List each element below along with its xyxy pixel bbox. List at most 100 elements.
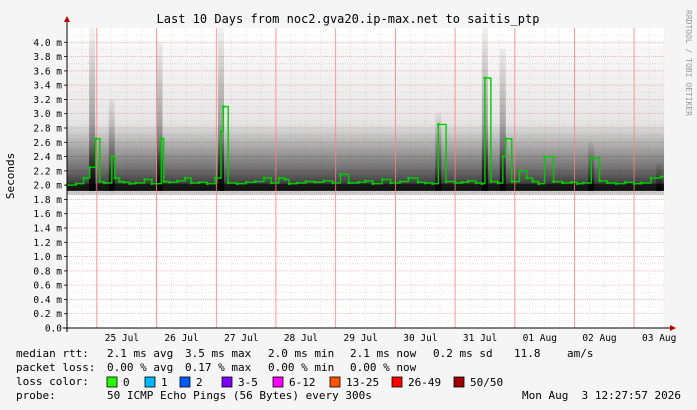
y-tick-label: 2.2 m <box>33 166 62 177</box>
loss-color-swatch <box>391 376 403 388</box>
median-rtt-point <box>398 180 402 183</box>
x-axis-arrow <box>670 325 676 331</box>
median-rtt-point <box>496 181 500 185</box>
median-rtt-point <box>98 180 101 183</box>
x-tick-label: 03 Aug <box>642 333 676 344</box>
y-tick-label: 3.4 m <box>33 81 62 92</box>
median-rtt-point <box>184 176 187 180</box>
median-rtt-point <box>649 176 653 180</box>
median-rtt-point <box>277 176 281 180</box>
x-tick-labels: 25 Jul 26 Jul 27 Jul 28 Jul 29 Jul 30 Jul 31 J… <box>105 333 677 344</box>
graph-timestamp: Mon Aug 3 12:27:57 2026 <box>522 389 681 402</box>
median-rtt-point <box>537 182 540 185</box>
median-rtt-point <box>82 176 85 180</box>
y-axis-label: Seconds <box>4 153 17 199</box>
median-rtt-point <box>227 181 230 185</box>
y-tick-label: 1.8 m <box>33 195 62 206</box>
median-rtt-point <box>543 155 546 158</box>
median-rtt-point <box>453 181 457 185</box>
packet-loss-avg: 0.00 % avg <box>107 361 173 374</box>
x-tick-label: 28 Jul <box>284 333 318 344</box>
median-rtt-point <box>416 181 420 184</box>
loss-color-label-item: 26-49 <box>408 376 441 389</box>
median-rtt-sd: 0.2 ms sd <box>433 347 493 360</box>
median-rtt-point <box>287 182 291 185</box>
median-rtt-point <box>461 181 464 184</box>
x-tick-label: 30 Jul <box>403 333 437 344</box>
y-tick-label: 2.0 m <box>33 181 62 192</box>
median-rtt-point <box>518 169 521 173</box>
median-rtt-point <box>483 76 487 80</box>
median-rtt-point <box>162 180 165 183</box>
y-tick-label: 0.6 m <box>33 281 62 292</box>
median-rtt-point <box>253 180 257 183</box>
y-axis-arrow <box>64 16 70 22</box>
chart-title: Last 10 Days from noc2.gva20.ip-max.net … <box>157 12 540 26</box>
loss-color-swatch <box>453 376 465 388</box>
y-tick-label: 1.2 m <box>33 238 62 249</box>
median-rtt-point <box>632 182 636 185</box>
median-rtt-point <box>424 181 427 185</box>
median-rtt-point <box>102 181 106 185</box>
median-rtt-point <box>576 182 579 185</box>
y-tick-label: 1.6 m <box>33 209 62 220</box>
median-rtt-point <box>552 180 555 183</box>
median-rtt-point <box>437 123 440 126</box>
median-rtt-point <box>371 182 374 185</box>
y-tick-label: 3.6 m <box>33 66 62 77</box>
median-rtt-point <box>295 181 298 185</box>
median-rtt-point <box>168 181 171 184</box>
median-rtt-point <box>624 181 627 184</box>
median-rtt-now: 2.1 ms now <box>350 347 417 360</box>
median-rtt-point <box>590 156 593 160</box>
median-rtt-point <box>283 178 287 181</box>
median-rtt-point <box>190 181 193 185</box>
median-rtt-point <box>219 130 223 133</box>
median-rtt-point <box>615 182 618 185</box>
median-rtt-point <box>339 173 342 176</box>
loss-color-label: loss color: <box>16 375 89 388</box>
median-rtt-point <box>480 182 484 185</box>
median-rtt-point <box>322 179 325 183</box>
median-rtt-point <box>150 182 153 185</box>
x-tick-label: 26 Jul <box>164 333 198 344</box>
smokeping-chart: Last 10 Days from noc2.gva20.ip-max.net … <box>0 0 697 410</box>
median-rtt-point <box>198 181 201 184</box>
median-rtt-point <box>94 137 97 140</box>
median-rtt-max: 3.5 ms max <box>185 347 252 360</box>
loss-color-label-item: 2 <box>196 376 203 389</box>
median-rtt-point <box>122 181 125 184</box>
loss-color-label-item: 1 <box>161 376 168 389</box>
median-rtt-point <box>467 179 470 183</box>
median-rtt-point <box>347 181 350 185</box>
median-rtt-point <box>304 180 307 183</box>
loss-color-swatch <box>179 376 191 388</box>
y-tick-label: 1.0 m <box>33 252 62 263</box>
y-tick-label: 0.8 m <box>33 266 62 277</box>
loss-color-label-item: 3-5 <box>238 376 258 389</box>
loss-color-label-item: 50/50 <box>470 376 503 389</box>
median-rtt-point <box>561 181 564 185</box>
y-tick-labels: 0.0 0.2 m 0.4 m 0.6 m 0.8 m 1.0 m 1.2 m 1.4 m 1.… <box>33 38 67 335</box>
median-rtt-point <box>222 105 225 108</box>
loss-color-swatch <box>221 376 233 388</box>
packet-loss-label: packet loss: <box>16 361 95 374</box>
x-tick-label: 27 Jul <box>224 333 258 344</box>
y-tick-label: 3.2 m <box>33 95 62 106</box>
x-tick-label: 01 Aug <box>523 333 557 344</box>
median-rtt-point <box>160 137 163 140</box>
median-rtt-point <box>110 155 113 158</box>
x-tick-label: 25 Jul <box>105 333 139 344</box>
packet-loss-max: 0.17 % max <box>185 361 252 374</box>
median-rtt-ams: 11.8 am/s <box>514 347 593 360</box>
y-tick-label: 2.8 m <box>33 124 62 135</box>
y-tick-label: 4.0 m <box>33 38 62 49</box>
median-rtt-point <box>501 155 504 158</box>
median-rtt-point <box>531 180 534 183</box>
median-rtt-point <box>331 181 334 185</box>
median-rtt-point <box>313 181 316 184</box>
median-rtt-point <box>474 181 478 185</box>
median-rtt-point <box>489 180 493 183</box>
median-rtt-point <box>88 166 91 169</box>
median-rtt-point <box>244 181 248 184</box>
